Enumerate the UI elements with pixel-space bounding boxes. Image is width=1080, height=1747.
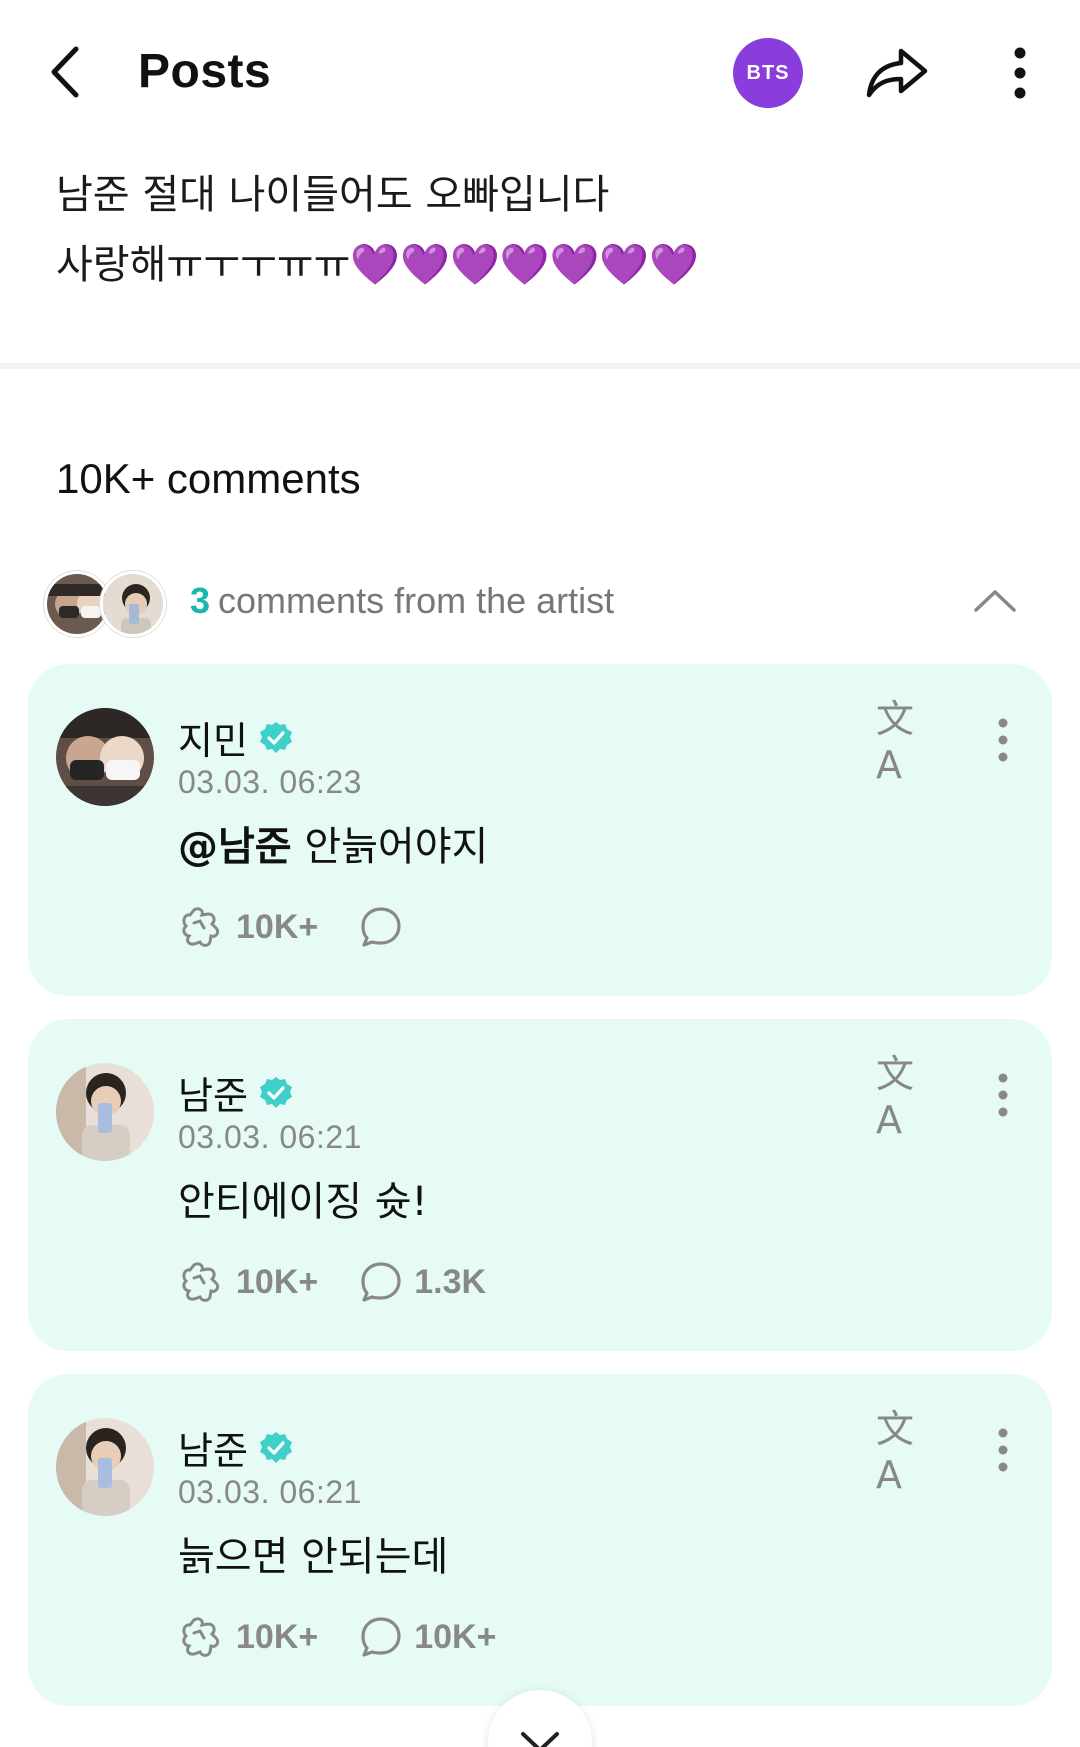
comment-body: 늙으면 안되는데 bbox=[178, 1534, 449, 1580]
translate-button[interactable]: 文A bbox=[876, 697, 936, 787]
translate-icon: 文A bbox=[876, 696, 915, 787]
back-button[interactable] bbox=[40, 42, 90, 102]
collapse-button[interactable] bbox=[970, 576, 1020, 626]
verified-badge-icon bbox=[258, 720, 294, 756]
page-title: Posts bbox=[138, 45, 272, 98]
comment-bubble-icon bbox=[361, 1617, 401, 1657]
more-options-button[interactable] bbox=[995, 38, 1045, 108]
avatar[interactable] bbox=[56, 1063, 154, 1161]
avatar[interactable] bbox=[56, 1418, 154, 1516]
avatar[interactable] bbox=[56, 708, 154, 806]
like-cheer-icon bbox=[182, 907, 220, 947]
share-button[interactable] bbox=[862, 38, 932, 108]
comment-actions: 10K+ 10K+ bbox=[178, 1612, 538, 1662]
author-name: 남준 bbox=[178, 1074, 248, 1118]
comment-timestamp: 03.03. 06:21 bbox=[178, 1119, 362, 1155]
like-count: 10K+ bbox=[236, 1262, 319, 1301]
comment-author[interactable]: 남준 bbox=[178, 1420, 294, 1475]
comment-body: 안늙어야지 bbox=[291, 824, 489, 870]
translate-icon: 文A bbox=[876, 1051, 915, 1142]
comment-author[interactable]: 남준 bbox=[178, 1065, 294, 1120]
artist-comment-card[interactable]: 지민 03.03. 06:23 @남준 안늙어야지 文A 10K+ bbox=[28, 664, 1052, 996]
mention-link[interactable]: @남준 bbox=[178, 824, 292, 870]
reply-count: 10K+ bbox=[414, 1617, 497, 1656]
top-app-bar: Posts BTS bbox=[0, 0, 1080, 150]
comment-actions: 10K+ bbox=[178, 902, 456, 952]
artist-comment-card[interactable]: 남준 03.03. 06:21 안티에이징 슛! 文A 10K+ 1.3K bbox=[28, 1019, 1052, 1351]
translate-button[interactable]: 文A bbox=[876, 1407, 936, 1497]
reply-button[interactable]: 1.3K bbox=[360, 1261, 486, 1303]
like-button[interactable]: 10K+ bbox=[178, 1616, 318, 1658]
artist-comments-label: 3 comments from the artist bbox=[190, 580, 614, 622]
share-arrow-icon bbox=[866, 48, 928, 98]
artist-community-badge[interactable]: BTS bbox=[733, 38, 803, 108]
kebab-menu-icon bbox=[1014, 47, 1026, 99]
comment-bubble-icon bbox=[361, 1262, 401, 1302]
comment-bubble-icon bbox=[361, 907, 401, 947]
post-text: 남준 절대 나이들어도 오빠입니다 사랑해ㅠㅜㅜㅠㅠ💜💜💜💜💜💜💜 bbox=[56, 160, 1036, 300]
artist-comments-text: comments from the artist bbox=[218, 580, 615, 621]
chevron-down-icon bbox=[521, 1732, 559, 1747]
like-button[interactable]: 10K+ bbox=[178, 906, 318, 948]
kebab-menu-icon bbox=[998, 1428, 1008, 1472]
verified-badge-icon bbox=[258, 1075, 294, 1111]
artist-comments-count: 3 bbox=[190, 580, 211, 621]
kebab-menu-icon bbox=[998, 1073, 1008, 1117]
like-cheer-icon bbox=[182, 1262, 220, 1302]
comments-count-heading: 10K+ comments bbox=[56, 455, 361, 502]
translate-icon: 文A bbox=[876, 1406, 915, 1497]
comment-text: 안티에이징 슛! bbox=[178, 1169, 428, 1227]
comment-author[interactable]: 지민 bbox=[178, 710, 294, 765]
author-name: 남준 bbox=[178, 1429, 248, 1473]
section-divider bbox=[0, 363, 1080, 369]
comment-timestamp: 03.03. 06:21 bbox=[178, 1474, 362, 1510]
comment-more-button[interactable] bbox=[983, 1067, 1023, 1123]
comment-text: @남준 안늙어야지 bbox=[178, 814, 488, 872]
artist-comment-card[interactable]: 남준 03.03. 06:21 늙으면 안되는데 文A 10K+ 10K+ bbox=[28, 1374, 1052, 1706]
kebab-menu-icon bbox=[998, 718, 1008, 762]
post-text-line-1: 남준 절대 나이들어도 오빠입니다 bbox=[56, 172, 610, 218]
comment-timestamp: 03.03. 06:23 bbox=[178, 764, 362, 800]
reply-button[interactable] bbox=[360, 906, 414, 948]
verified-badge-icon bbox=[258, 1430, 294, 1466]
comment-more-button[interactable] bbox=[983, 712, 1023, 768]
translate-button[interactable]: 文A bbox=[876, 1052, 936, 1142]
comment-text: 늙으면 안되는데 bbox=[178, 1524, 448, 1582]
like-cheer-icon bbox=[182, 1617, 220, 1657]
like-count: 10K+ bbox=[236, 1617, 319, 1656]
reply-button[interactable]: 10K+ bbox=[360, 1616, 496, 1658]
author-name: 지민 bbox=[178, 719, 248, 763]
like-count: 10K+ bbox=[236, 907, 319, 946]
avatar bbox=[100, 571, 166, 637]
comment-body: 안티에이징 슛! bbox=[178, 1179, 428, 1225]
chevron-left-icon bbox=[51, 46, 79, 98]
artist-comments-toggle[interactable]: 3 comments from the artist bbox=[44, 568, 1036, 638]
comment-actions: 10K+ 1.3K bbox=[178, 1257, 528, 1307]
comment-more-button[interactable] bbox=[983, 1422, 1023, 1478]
reply-count: 1.3K bbox=[414, 1262, 487, 1301]
like-button[interactable]: 10K+ bbox=[178, 1261, 318, 1303]
chevron-up-icon bbox=[974, 590, 1016, 612]
post-text-line-2: 사랑해ㅠㅜㅜㅠㅠ💜💜💜💜💜💜💜 bbox=[56, 242, 700, 288]
